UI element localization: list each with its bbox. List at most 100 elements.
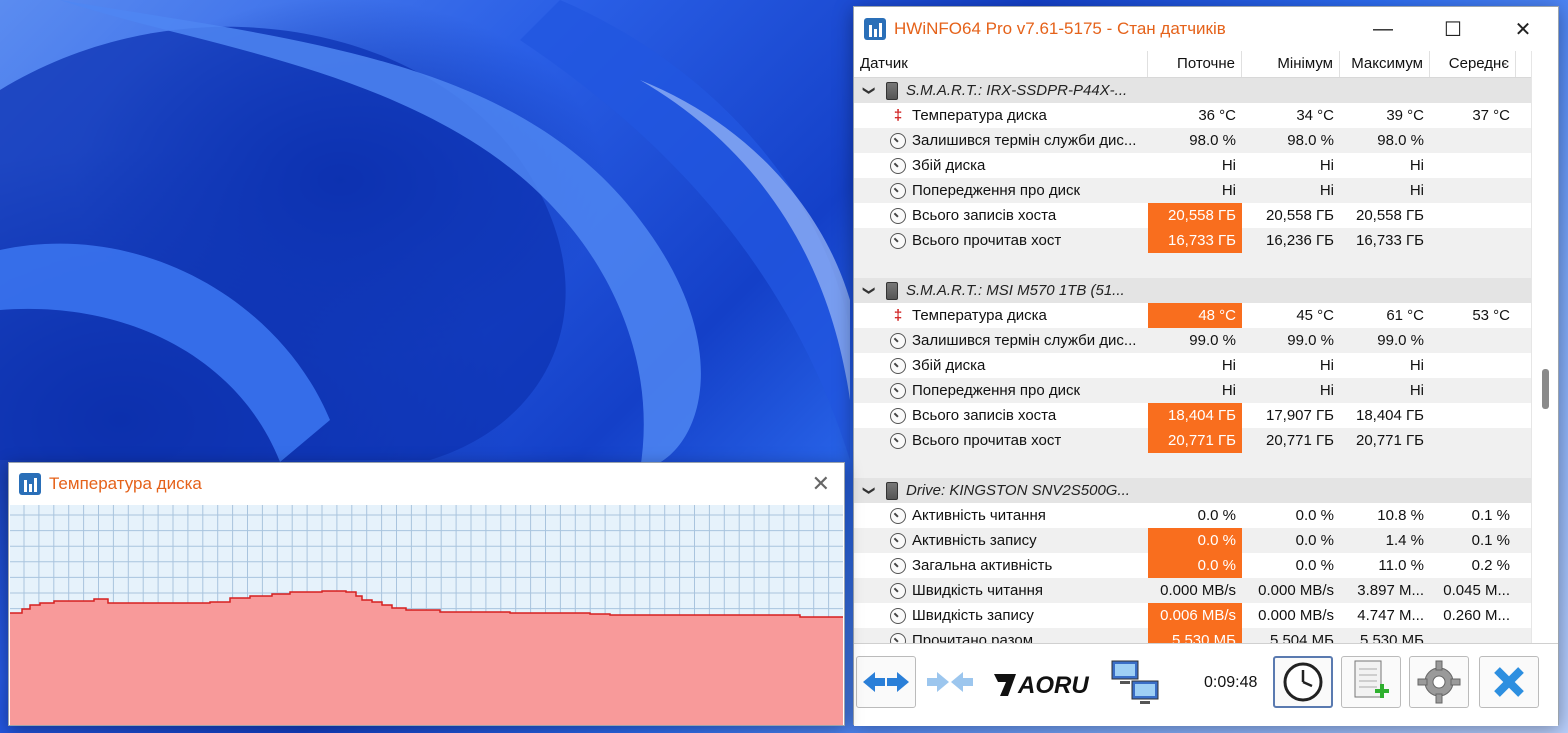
max-value: 98.0 %	[1377, 132, 1424, 149]
log-report-button[interactable]	[1341, 656, 1401, 708]
column-header-min[interactable]: Мінімум	[1242, 51, 1340, 77]
bottom-toolbar: AORU 0:09:48	[854, 643, 1558, 726]
sensor-row[interactable]: Попередження про диск Ні Ні Ні	[854, 378, 1534, 403]
sensor-name: Активність читання	[912, 507, 1046, 524]
scrollbar-thumb[interactable]	[1542, 369, 1549, 409]
column-header-avg[interactable]: Середнє	[1430, 51, 1516, 77]
sensor-row[interactable]: Швидкість читання 0.000 MB/s 0.000 MB/s 3.8…	[854, 578, 1534, 603]
exit-button[interactable]	[1479, 656, 1539, 708]
gauge-icon	[890, 157, 906, 174]
min-value: 0.0 %	[1295, 507, 1334, 524]
min-value: 45 °C	[1296, 307, 1334, 324]
avg-value	[1430, 228, 1516, 253]
sensor-name: Загальна активність	[912, 557, 1053, 574]
sensor-name-cell[interactable]: Загальна активність	[854, 553, 1148, 578]
avg-value	[1430, 353, 1516, 378]
graph-title-bar[interactable]: Температура диска ✕	[9, 463, 844, 505]
min-value: 98.0 %	[1287, 132, 1334, 149]
sensor-name-cell[interactable]: Активність запису	[854, 528, 1148, 553]
sensor-status-window: HWiNFO64 Pro v7.61-5175 - Стан датчиків …	[853, 6, 1559, 726]
sensor-row[interactable]: Збій диска Ні Ні Ні	[854, 353, 1534, 378]
sensor-row[interactable]: Всього прочитав хост 16,733 ГБ 16,236 ГБ 16…	[854, 228, 1534, 253]
group-name-cell[interactable]: ❯ S.M.A.R.T.: IRX-SSDPR-P44X-...	[854, 78, 1148, 103]
aorus-logo[interactable]: AORU	[994, 666, 1109, 700]
empty-cell	[1430, 278, 1516, 303]
sensor-name-cell[interactable]: Швидкість запису	[854, 603, 1148, 628]
group-label: Drive: KINGSTON SNV2S500G...	[906, 482, 1130, 499]
sensor-row[interactable]: Всього записів хоста 18,404 ГБ 17,907 ГБ 18…	[854, 403, 1534, 428]
column-header-max[interactable]: Максимум	[1340, 51, 1430, 77]
current-value: 0.0 %	[1197, 507, 1236, 524]
current-value: 20,558 ГБ	[1148, 203, 1242, 228]
sensor-name: Всього записів хоста	[912, 207, 1057, 224]
sensor-row[interactable]: Прочитано разом 5,530 МБ 5,504 МБ 5,530 МБ	[854, 628, 1534, 643]
sensor-group-row[interactable]: ❯ S.M.A.R.T.: MSI M570 1TB (51...	[854, 278, 1534, 303]
sensor-name-cell[interactable]: Активність читання	[854, 503, 1148, 528]
current-value: 0.000 MB/s	[1160, 582, 1236, 599]
sensor-group-row[interactable]: ❯ S.M.A.R.T.: IRX-SSDPR-P44X-...	[854, 78, 1534, 103]
max-value: 11.0 %	[1378, 557, 1424, 574]
hwinfo-app-icon	[19, 473, 41, 495]
collapse-arrows-button[interactable]	[920, 656, 980, 708]
sensor-name-cell[interactable]: Швидкість читання	[854, 578, 1148, 603]
group-name-cell[interactable]: ❯ S.M.A.R.T.: MSI M570 1TB (51...	[854, 278, 1148, 303]
sensor-name-cell[interactable]: Збій диска	[854, 353, 1148, 378]
gauge-icon	[890, 432, 906, 449]
sensor-name-cell[interactable]: Всього прочитав хост	[854, 428, 1148, 453]
sensor-name-cell[interactable]: Всього прочитав хост	[854, 228, 1148, 253]
graph-close-button[interactable]: ✕	[812, 471, 830, 497]
sensor-row[interactable]: Швидкість запису 0.006 MB/s 0.000 MB/s 4.74…	[854, 603, 1534, 628]
expand-arrows-button[interactable]	[856, 656, 916, 708]
sensor-name-cell[interactable]: Збій диска	[854, 153, 1148, 178]
temperature-graph	[10, 505, 843, 725]
hwinfo-app-icon	[864, 18, 886, 40]
vertical-scrollbar[interactable]	[1531, 51, 1558, 643]
min-value: 5,504 МБ	[1269, 632, 1334, 643]
sensor-row[interactable]: Всього прочитав хост 20,771 ГБ 20,771 ГБ 20…	[854, 428, 1534, 453]
sensor-name: Температура диска	[912, 107, 1047, 124]
group-name-cell[interactable]: ❯ Drive: KINGSTON SNV2S500G...	[854, 478, 1148, 503]
sensor-row[interactable]: Залишився термін служби дис... 98.0 % 98.0…	[854, 128, 1534, 153]
sensor-name-cell[interactable]: Залишився термін служби дис...	[854, 328, 1148, 353]
sensor-name-cell[interactable]: Прочитано разом	[854, 628, 1148, 643]
sensor-name-cell[interactable]: Попередження про диск	[854, 178, 1148, 203]
sensor-name-cell[interactable]: Попередження про диск	[854, 378, 1148, 403]
sensor-row[interactable]: Всього записів хоста 20,558 ГБ 20,558 ГБ 20…	[854, 203, 1534, 228]
gauge-icon	[890, 382, 906, 399]
sensor-group-row[interactable]: ❯ Drive: KINGSTON SNV2S500G...	[854, 478, 1534, 503]
settings-button[interactable]	[1409, 656, 1469, 708]
column-header-current[interactable]: Поточне	[1148, 51, 1242, 77]
chevron-down-icon[interactable]: ❯	[857, 80, 882, 102]
sensor-name-cell[interactable]: Залишився термін служби дис...	[854, 128, 1148, 153]
sensor-row[interactable]: Загальна активність 0.0 % 0.0 % 11.0 % 0.2 %	[854, 553, 1534, 578]
minimize-button[interactable]: —	[1348, 7, 1418, 51]
sensor-name-cell[interactable]: Всього записів хоста	[854, 203, 1148, 228]
column-header-sensor[interactable]: Датчик	[854, 51, 1148, 77]
sensor-name-cell[interactable]: ‡ Температура диска	[854, 103, 1148, 128]
current-value: 98.0 %	[1189, 132, 1236, 149]
sensor-name-cell[interactable]: Всього записів хоста	[854, 403, 1148, 428]
max-value: 5,530 МБ	[1359, 632, 1424, 643]
sensor-row[interactable]: Попередження про диск Ні Ні Ні	[854, 178, 1534, 203]
empty-cell	[1242, 278, 1340, 303]
sensor-row[interactable]: Залишився термін служби дис... 99.0 % 99.0…	[854, 328, 1534, 353]
sensor-name-cell[interactable]: ‡ Температура диска	[854, 303, 1148, 328]
sensor-table: Датчик Поточне Мінімум Максимум Середнє …	[854, 51, 1534, 643]
sensor-row[interactable]: Активність запису 0.0 % 0.0 % 1.4 % 0.1 %	[854, 528, 1534, 553]
maximize-button[interactable]: ☐	[1418, 7, 1488, 51]
chevron-down-icon[interactable]: ❯	[857, 480, 882, 502]
gauge-icon	[890, 132, 906, 149]
clock-reset-button[interactable]	[1273, 656, 1333, 708]
sensor-row[interactable]: ‡ Температура диска 36 °C 34 °C 39 °C 37 °C	[854, 103, 1534, 128]
close-button[interactable]: ✕	[1488, 7, 1558, 51]
sensor-name: Швидкість запису	[912, 607, 1034, 624]
title-bar[interactable]: HWiNFO64 Pro v7.61-5175 - Стан датчиків …	[854, 7, 1558, 51]
chevron-down-icon[interactable]: ❯	[857, 280, 882, 302]
sensor-row[interactable]: Збій диска Ні Ні Ні	[854, 153, 1534, 178]
sensor-row[interactable]: Активність читання 0.0 % 0.0 % 10.8 % 0.1 %	[854, 503, 1534, 528]
max-value: 20,558 ГБ	[1355, 207, 1424, 224]
network-button[interactable]	[1106, 656, 1166, 708]
min-value: 16,236 ГБ	[1265, 232, 1334, 249]
sensor-row[interactable]: ‡ Температура диска 48 °C 45 °C 61 °C 53 °C	[854, 303, 1534, 328]
graph-window: Температура диска ✕	[8, 462, 845, 726]
